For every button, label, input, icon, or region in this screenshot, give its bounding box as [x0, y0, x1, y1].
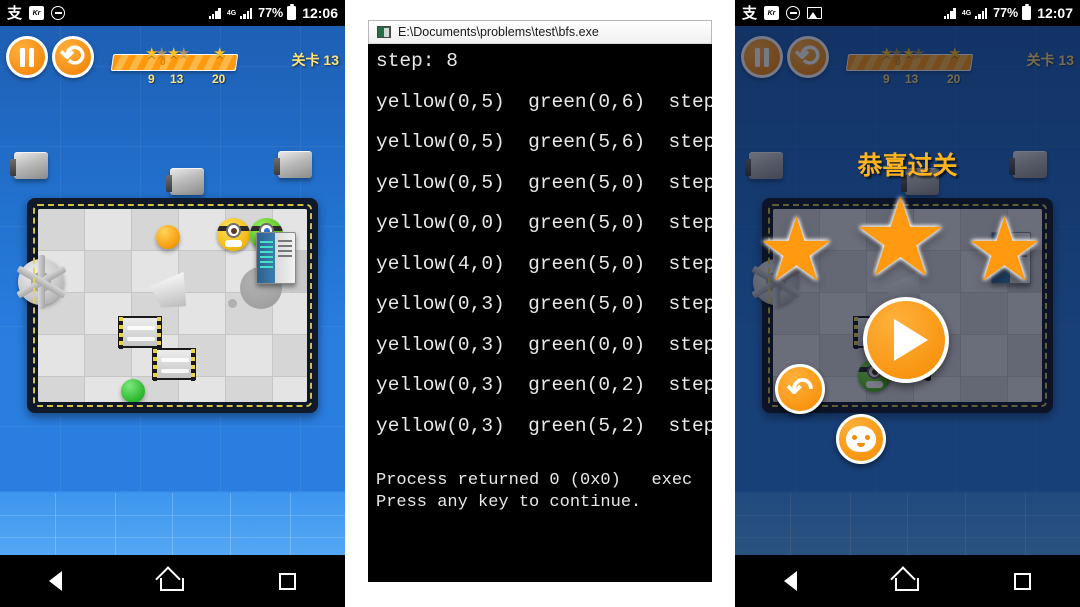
phone-panel-left: 支 Kr 4G 77% 12:06 ⟳ 0 ★ ★ ★ ★ ★ 9 13 20 … [0, 0, 345, 607]
settings-gear-icon[interactable] [16, 255, 67, 309]
threshold-label-3: 20 [212, 72, 226, 86]
undo-icon: ↶ [786, 371, 814, 407]
status-bar-right: 支 Kr 4G 77% 12:07 [735, 0, 1080, 26]
level-label: 关卡 13 [291, 52, 339, 68]
console-line: yellow(0,3) green(5,0) step:5 [376, 293, 712, 315]
console-titlebar[interactable]: E:\Documents\problems\test\bfs.exe [368, 20, 712, 44]
clock-label: 12:07 [1037, 5, 1073, 21]
console-line: yellow(0,3) green(0,0) step:6 [376, 333, 712, 356]
console-line: yellow(0,5) green(5,6) step:1 [376, 131, 712, 153]
console-line: yellow(4,0) green(5,0) step:4 [376, 252, 712, 275]
threshold-star-2b: ★ [177, 45, 191, 62]
pause-icon [20, 47, 34, 67]
threshold-label-2: 13 [170, 72, 184, 86]
play-icon [893, 319, 928, 361]
battery-percent-label: 77% [993, 6, 1019, 20]
status-left-icons: 支 Kr [742, 4, 823, 22]
screenshot-root: 支 Kr 4G 77% 12:06 ⟳ 0 ★ ★ ★ ★ ★ 9 13 20 … [0, 0, 1080, 607]
console-prompt-line: Press any key to continue. [376, 492, 642, 512]
signal-icon-1 [208, 7, 223, 19]
console-app-icon [377, 26, 391, 38]
game-background-left: ⟳ 0 ★ ★ ★ ★ ★ 9 13 20 关卡 13 [0, 26, 345, 555]
battery-percent-label: 77% [258, 6, 284, 20]
status-bar-left: 支 Kr 4G 77% 12:06 [0, 0, 345, 26]
app-badge-icon: Kr [764, 6, 780, 20]
board-hole-small [228, 299, 237, 308]
game-background-right: ⟳ 0 ★ ★ ★ ★ ★ 9 13 20 关卡 13 [735, 26, 1080, 555]
home-icon[interactable] [895, 571, 920, 591]
battery-icon [1022, 3, 1032, 20]
status-right-icons: 4G 77% 12:06 [208, 3, 338, 21]
floor [0, 493, 345, 555]
victory-star-3: ★ [965, 200, 1044, 299]
recents-icon[interactable] [1013, 572, 1031, 590]
character-button[interactable] [836, 414, 886, 464]
mute-icon [786, 6, 801, 20]
console-header-line: step: 8 [376, 50, 458, 72]
console-line: yellow(0,3) green(0,2) step:7 [376, 374, 712, 396]
home-icon[interactable] [160, 571, 185, 591]
pause-button[interactable] [6, 36, 48, 78]
screenshot-icon [807, 7, 823, 19]
console-line: yellow(0,5) green(5,0) step:2 [376, 171, 712, 194]
console-window[interactable]: E:\Documents\problems\test\bfs.exe step:… [368, 20, 712, 582]
status-right-icons: 4G 77% 12:07 [943, 3, 1073, 21]
console-title-label: E:\Documents\problems\test\bfs.exe [398, 25, 599, 39]
console-line: yellow(0,5) green(0,6) step:0 [376, 90, 712, 113]
console-line: yellow(0,0) green(5,0) step:3 [376, 212, 712, 234]
megaphone-icon [148, 276, 190, 310]
alipay-icon: 支 [7, 4, 23, 22]
switch-tile-1[interactable] [118, 316, 162, 349]
recents-icon[interactable] [278, 572, 296, 590]
crate-1 [10, 152, 48, 179]
victory-star-2: ★ [852, 177, 949, 298]
clock-label: 12:06 [302, 5, 338, 21]
restart-button[interactable]: ⟳ [52, 36, 94, 78]
crate-3 [274, 151, 312, 178]
hud-left: ⟳ 0 ★ ★ ★ ★ ★ 9 13 20 关卡 13 [0, 34, 345, 92]
threshold-star-3: ★ [213, 45, 227, 62]
signal-icon-2 [240, 7, 254, 19]
server-icon[interactable] [256, 232, 296, 284]
progress-meter-left: 0 ★ ★ ★ ★ ★ 9 13 20 [110, 45, 239, 86]
alipay-icon: 支 [742, 4, 758, 22]
switch-tile-2[interactable] [152, 348, 196, 381]
crate-2 [166, 168, 204, 195]
android-navbar-left [0, 555, 345, 607]
green-ball[interactable] [121, 379, 145, 402]
app-badge-icon: Kr [29, 6, 45, 20]
mute-icon [51, 6, 66, 20]
network-type-label: 4G [961, 9, 972, 17]
yellow-minion[interactable] [217, 218, 250, 251]
restart-icon: ⟳ [60, 40, 86, 73]
console-line: yellow(0,3) green(5,2) step:8 [376, 414, 712, 437]
signal-icon-1 [943, 7, 958, 19]
play-next-button[interactable] [863, 297, 949, 383]
phone-panel-right: 支 Kr 4G 77% 12:07 恭喜过关 ★ ★ ★ ↶ [735, 0, 1080, 607]
signal-icon-2 [975, 7, 989, 19]
status-left-icons: 支 Kr [7, 4, 66, 22]
network-type-label: 4G [226, 9, 237, 17]
battery-icon [287, 3, 297, 20]
console-output: step: 8 yellow(0,5) green(0,6) step:0 ye… [368, 44, 712, 582]
android-navbar-right [735, 555, 1080, 607]
console-exit-line: Process returned 0 (0x0) exec [376, 471, 693, 490]
yellow-ball[interactable] [156, 225, 180, 249]
threshold-label-1: 9 [148, 72, 155, 86]
undo-button[interactable]: ↶ [775, 364, 825, 414]
face-icon [846, 426, 876, 452]
back-icon[interactable] [784, 571, 798, 591]
back-icon[interactable] [49, 571, 63, 591]
victory-star-1: ★ [757, 200, 836, 299]
